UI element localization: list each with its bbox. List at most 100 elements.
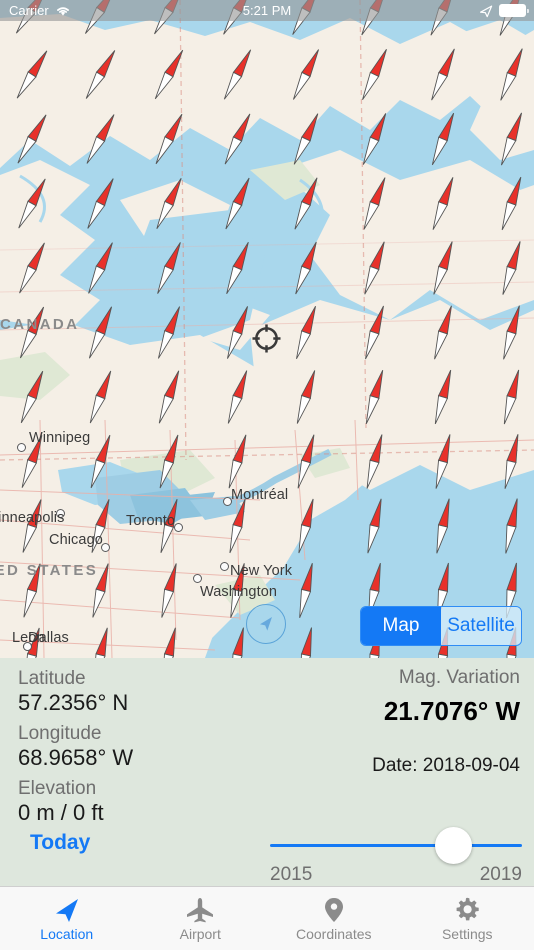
- compass-needle: [89, 370, 112, 424]
- tab-settings[interactable]: Settings: [401, 887, 534, 950]
- year-slider-thumb[interactable]: [435, 827, 473, 864]
- compass-needle: [297, 434, 315, 489]
- map-country-label: UNITED STATES: [0, 562, 99, 579]
- longitude-value: 68.9658° W: [18, 745, 134, 770]
- compass-needle: [363, 177, 386, 230]
- compass-needle: [296, 370, 316, 424]
- airplane-icon: [185, 895, 215, 923]
- compass-needle: [292, 49, 320, 100]
- compass-needle: [90, 434, 111, 489]
- map-city-dot: [220, 562, 229, 571]
- compass-needle: [432, 177, 454, 230]
- today-button[interactable]: Today: [30, 831, 90, 855]
- compass-needle: [500, 112, 523, 166]
- compass-needle: [502, 241, 521, 295]
- compass-needle: [157, 242, 181, 294]
- compass-needle: [228, 434, 247, 489]
- compass-needle: [367, 498, 382, 554]
- map-city-dot: [193, 574, 202, 583]
- tab-bar[interactable]: Location Airport Coordinates Settings: [0, 886, 534, 950]
- compass-needle: [88, 306, 113, 359]
- tab-location-label: Location: [40, 926, 94, 942]
- compass-needle: [434, 305, 452, 360]
- map-city-dot: [17, 443, 26, 452]
- compass-needle: [161, 563, 177, 618]
- app-screen: CANADA UNITED STATES Winnipeg Minneapolis Ch…: [0, 0, 534, 950]
- tab-coordinates[interactable]: Coordinates: [267, 887, 401, 950]
- crosshair-icon: [252, 324, 281, 353]
- compass-needle: [505, 498, 518, 554]
- map-city-dot: [174, 523, 183, 532]
- compass-needle: [362, 48, 387, 101]
- location-arrow-icon: [53, 895, 81, 923]
- compass-needle: [504, 434, 519, 489]
- compass-needle: [500, 48, 523, 101]
- compass-needle: [435, 434, 451, 489]
- locate-arrow-icon: [260, 617, 272, 631]
- tab-coordinates-label: Coordinates: [296, 926, 372, 942]
- compass-needle: [503, 305, 520, 360]
- tab-location[interactable]: Location: [0, 887, 134, 950]
- compass-needle: [431, 48, 455, 101]
- compass-needle: [503, 369, 520, 425]
- compass-needle: [431, 112, 455, 166]
- compass-needle: [87, 178, 114, 229]
- map-city-label: New York: [230, 563, 293, 579]
- map-country-label: CANADA: [0, 316, 80, 333]
- compass-needle: [227, 306, 248, 359]
- compass-needle: [224, 113, 251, 165]
- gear-icon: [454, 895, 480, 923]
- compass-needle: [16, 50, 48, 99]
- compass-needle: [433, 241, 453, 295]
- compass-needle: [365, 370, 384, 424]
- map-view[interactable]: CANADA UNITED STATES Winnipeg Minneapolis Ch…: [0, 0, 534, 658]
- map-city-label: Washington: [200, 584, 278, 600]
- map-type-satellite-button[interactable]: Satellite: [441, 607, 521, 645]
- location-arrow-icon: [480, 5, 493, 17]
- compass-needle: [93, 627, 108, 658]
- year-slider[interactable]: 2015 2019: [270, 818, 522, 885]
- compass-needle: [17, 114, 47, 164]
- compass-needle: [501, 176, 522, 231]
- compass-needle: [162, 627, 176, 658]
- elevation-value: 0 m / 0 ft: [18, 800, 104, 825]
- compass-needle: [159, 434, 179, 489]
- map-city-label: Winnipeg: [29, 430, 91, 446]
- compass-needle: [20, 370, 44, 424]
- compass-needle: [366, 434, 383, 489]
- map-city-label: Toronto: [126, 513, 176, 529]
- compass-needle: [226, 241, 249, 295]
- status-bar-right: [479, 4, 529, 18]
- map-type-map-button[interactable]: Map: [361, 607, 441, 645]
- compass-needle: [362, 113, 387, 165]
- info-panel: Latitude 57.2356° N Longitude 68.9658° W…: [0, 658, 534, 886]
- status-bar-clock: 5:21 PM: [242, 3, 292, 18]
- map-city-label: Dallas: [28, 630, 69, 646]
- compass-needle: [229, 498, 246, 554]
- compass-needle: [296, 305, 316, 360]
- mag-variation-value: 21.7076° W: [383, 696, 520, 726]
- compass-needle: [434, 369, 452, 425]
- map-type-segmented-control[interactable]: Map Satellite: [360, 606, 522, 646]
- map-city-label: Minneapolis: [0, 510, 65, 526]
- date-label: Date: 2018-09-04: [372, 755, 520, 776]
- compass-needle: [299, 563, 313, 618]
- tab-airport[interactable]: Airport: [134, 887, 268, 950]
- compass-needle: [158, 370, 180, 424]
- compass-needle: [88, 242, 113, 294]
- compass-needle: [155, 113, 183, 165]
- year-slider-min-label: 2015: [270, 864, 313, 885]
- compass-needle: [22, 499, 42, 553]
- compass-needle: [19, 242, 45, 294]
- locate-me-button[interactable]: [246, 604, 286, 644]
- compass-needle: [300, 627, 312, 658]
- mag-variation-label: Mag. Variation: [398, 667, 520, 688]
- compass-needle: [154, 49, 184, 100]
- battery-icon: [499, 4, 529, 17]
- compass-needle: [225, 177, 250, 230]
- map-city-label: Montréal: [231, 487, 289, 503]
- latitude-value: 57.2356° N: [18, 690, 129, 715]
- compass-needle: [227, 370, 248, 424]
- year-slider-track[interactable]: [270, 844, 522, 847]
- compass-needle: [436, 498, 450, 554]
